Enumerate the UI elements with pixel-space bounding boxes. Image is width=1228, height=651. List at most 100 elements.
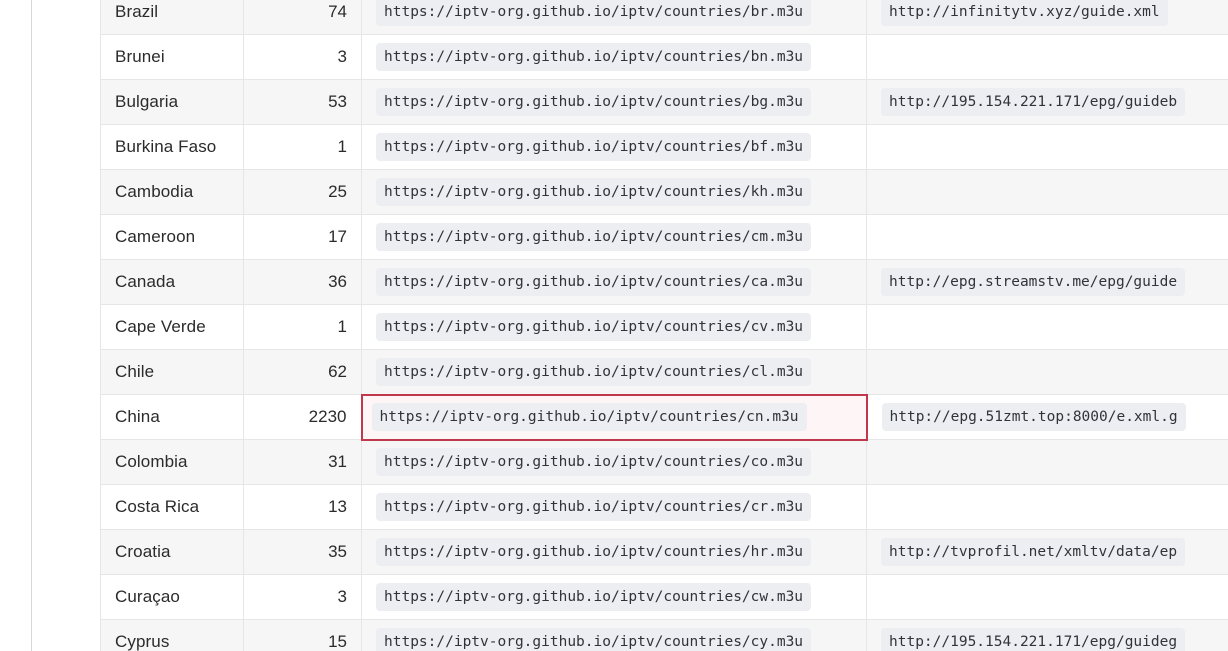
- stream-url-code[interactable]: https://iptv-org.github.io/iptv/countrie…: [376, 133, 812, 161]
- table-row[interactable]: Croatia 35 https://iptv-org.github.io/iptv…: [100, 529, 1228, 575]
- country-name-cell: Colombia: [100, 439, 244, 485]
- stream-url-cell[interactable]: https://iptv-org.github.io/iptv/countrie…: [361, 259, 867, 305]
- epg-url-cell[interactable]: http://infinitytv.xyz/guide.xml: [866, 0, 1228, 35]
- table-row[interactable]: Colombia 31 https://iptv-org.github.io/ipt…: [100, 439, 1228, 485]
- stream-url-code[interactable]: https://iptv-org.github.io/iptv/countrie…: [376, 313, 812, 341]
- stream-url-code[interactable]: https://iptv-org.github.io/iptv/countrie…: [376, 538, 812, 566]
- table-row[interactable]: Burkina Faso 1 https://iptv-org.github.io/…: [100, 124, 1228, 170]
- channel-count-cell: 1: [243, 124, 362, 170]
- stream-url-cell[interactable]: https://iptv-org.github.io/iptv/countrie…: [361, 484, 867, 530]
- table-row[interactable]: Cambodia 25 https://iptv-org.github.io/ipt…: [100, 169, 1228, 215]
- country-name-cell: Burkina Faso: [100, 124, 244, 170]
- country-name-cell: Cambodia: [100, 169, 244, 215]
- stream-url-cell-highlighted[interactable]: https://iptv-org.github.io/iptv/countrie…: [360, 393, 868, 441]
- epg-url-cell[interactable]: http://195.154.221.171/epg/guideg: [866, 619, 1228, 651]
- stream-url-cell[interactable]: https://iptv-org.github.io/iptv/countrie…: [361, 439, 867, 485]
- epg-url-cell[interactable]: [866, 124, 1228, 170]
- stream-url-cell[interactable]: https://iptv-org.github.io/iptv/countrie…: [361, 79, 867, 125]
- epg-url-cell[interactable]: [866, 349, 1228, 395]
- country-name-cell: Curaçao: [100, 574, 244, 620]
- stream-url-code[interactable]: https://iptv-org.github.io/iptv/countrie…: [376, 628, 812, 651]
- epg-url-code[interactable]: http://infinitytv.xyz/guide.xml: [881, 0, 1168, 26]
- channel-count-cell: 74: [243, 0, 362, 35]
- country-playlist-table: Brazil 74 https://iptv-org.github.io/iptv/…: [100, 0, 1228, 651]
- country-name-cell: Canada: [100, 259, 244, 305]
- stream-url-cell[interactable]: https://iptv-org.github.io/iptv/countrie…: [361, 619, 867, 651]
- epg-url-code[interactable]: http://epg.streamstv.me/epg/guide: [881, 268, 1186, 296]
- country-name-cell: Bulgaria: [100, 79, 244, 125]
- channel-count-cell: 35: [243, 529, 362, 575]
- stream-url-code[interactable]: https://iptv-org.github.io/iptv/countrie…: [376, 223, 812, 251]
- stream-url-cell[interactable]: https://iptv-org.github.io/iptv/countrie…: [361, 169, 867, 215]
- epg-url-code[interactable]: http://195.154.221.171/epg/guideg: [881, 628, 1186, 651]
- epg-url-cell[interactable]: [866, 214, 1228, 260]
- stream-url-cell[interactable]: https://iptv-org.github.io/iptv/countrie…: [361, 574, 867, 620]
- stream-url-code[interactable]: https://iptv-org.github.io/iptv/countrie…: [376, 493, 812, 521]
- country-name-cell: Costa Rica: [100, 484, 244, 530]
- stream-url-code[interactable]: https://iptv-org.github.io/iptv/countrie…: [376, 178, 812, 206]
- epg-url-code[interactable]: http://epg.51zmt.top:8000/e.xml.g: [881, 403, 1186, 431]
- country-name-cell: Croatia: [100, 529, 244, 575]
- stream-url-code[interactable]: https://iptv-org.github.io/iptv/countrie…: [376, 268, 812, 296]
- stream-url-code[interactable]: https://iptv-org.github.io/iptv/countrie…: [376, 357, 812, 386]
- stream-url-cell[interactable]: https://iptv-org.github.io/iptv/countrie…: [361, 349, 867, 395]
- epg-url-cell[interactable]: http://epg.51zmt.top:8000/e.xml.g: [866, 394, 1228, 440]
- channel-count-cell: 31: [243, 439, 362, 485]
- channel-count-cell: 53: [243, 79, 362, 125]
- table-row[interactable]: Costa Rica 13 https://iptv-org.github.io/i…: [100, 484, 1228, 530]
- country-name-cell: Cameroon: [100, 214, 244, 260]
- epg-url-code[interactable]: http://tvprofil.net/xmltv/data/ep: [881, 538, 1186, 566]
- channel-count-cell: 3: [243, 574, 362, 620]
- left-margin-rule: [31, 0, 32, 651]
- epg-url-code[interactable]: http://195.154.221.171/epg/guideb: [881, 88, 1186, 116]
- epg-url-cell[interactable]: [866, 574, 1228, 620]
- country-name-cell: China: [100, 394, 244, 440]
- channel-count-cell: 3: [243, 34, 362, 80]
- table-row[interactable]: Brazil 74 https://iptv-org.github.io/iptv/…: [100, 0, 1228, 35]
- stream-url-code[interactable]: https://iptv-org.github.io/iptv/countrie…: [376, 583, 812, 611]
- epg-url-cell[interactable]: [866, 304, 1228, 350]
- epg-url-cell[interactable]: [866, 439, 1228, 485]
- stream-url-cell[interactable]: https://iptv-org.github.io/iptv/countrie…: [361, 214, 867, 260]
- table-row[interactable]: Cyprus 15 https://iptv-org.github.io/iptv/…: [100, 619, 1228, 651]
- channel-count-cell: 36: [243, 259, 362, 305]
- stream-url-cell[interactable]: https://iptv-org.github.io/iptv/countrie…: [361, 124, 867, 170]
- epg-url-cell[interactable]: [866, 34, 1228, 80]
- epg-url-cell[interactable]: http://tvprofil.net/xmltv/data/ep: [866, 529, 1228, 575]
- epg-url-cell[interactable]: [866, 484, 1228, 530]
- country-name-cell: Chile: [100, 349, 244, 395]
- stream-url-cell[interactable]: https://iptv-org.github.io/iptv/countrie…: [361, 0, 867, 35]
- stream-url-code[interactable]: https://iptv-org.github.io/iptv/countrie…: [376, 448, 812, 477]
- stream-url-cell[interactable]: https://iptv-org.github.io/iptv/countrie…: [361, 529, 867, 575]
- stream-url-code[interactable]: https://iptv-org.github.io/iptv/countrie…: [371, 403, 807, 431]
- table-row[interactable]: Canada 36 https://iptv-org.github.io/iptv/…: [100, 259, 1228, 305]
- stream-url-cell[interactable]: https://iptv-org.github.io/iptv/countrie…: [361, 304, 867, 350]
- channel-count-cell: 1: [243, 304, 362, 350]
- channel-count-cell: 15: [243, 619, 362, 651]
- channel-count-cell: 2230: [243, 394, 362, 440]
- table-row[interactable]: Cape Verde 1 https://iptv-org.github.io/ip…: [100, 304, 1228, 350]
- stream-url-code[interactable]: https://iptv-org.github.io/iptv/countrie…: [376, 88, 812, 116]
- table-body: Brazil 74 https://iptv-org.github.io/iptv/…: [100, 0, 1228, 651]
- epg-url-cell[interactable]: http://epg.streamstv.me/epg/guide: [866, 259, 1228, 305]
- channel-count-cell: 17: [243, 214, 362, 260]
- channel-count-cell: 25: [243, 169, 362, 215]
- table-row[interactable]: Bulgaria 53 https://iptv-org.github.io/ipt…: [100, 79, 1228, 125]
- table-row[interactable]: Curaçao 3 https://iptv-org.github.io/iptv/…: [100, 574, 1228, 620]
- channel-count-cell: 62: [243, 349, 362, 395]
- table-row[interactable]: Cameroon 17 https://iptv-org.github.io/ipt…: [100, 214, 1228, 260]
- epg-url-cell[interactable]: http://195.154.221.171/epg/guideb: [866, 79, 1228, 125]
- country-name-cell: Cape Verde: [100, 304, 244, 350]
- country-name-cell: Brazil: [100, 0, 244, 35]
- table-scroll-viewport[interactable]: Brazil 74 https://iptv-org.github.io/iptv/…: [100, 0, 1228, 651]
- table-row[interactable]: China 2230 https://iptv-org.github.io/iptv…: [100, 393, 1228, 441]
- stream-url-code[interactable]: https://iptv-org.github.io/iptv/countrie…: [376, 0, 812, 26]
- page-root: Brazil 74 https://iptv-org.github.io/iptv/…: [0, 0, 1228, 651]
- stream-url-cell[interactable]: https://iptv-org.github.io/iptv/countrie…: [361, 34, 867, 80]
- country-name-cell: Cyprus: [100, 619, 244, 651]
- epg-url-cell[interactable]: [866, 169, 1228, 215]
- stream-url-code[interactable]: https://iptv-org.github.io/iptv/countrie…: [376, 43, 812, 71]
- table-row[interactable]: Brunei 3 https://iptv-org.github.io/iptv/c…: [100, 34, 1228, 80]
- channel-count-cell: 13: [243, 484, 362, 530]
- table-row[interactable]: Chile 62 https://iptv-org.github.io/iptv/c…: [100, 349, 1228, 395]
